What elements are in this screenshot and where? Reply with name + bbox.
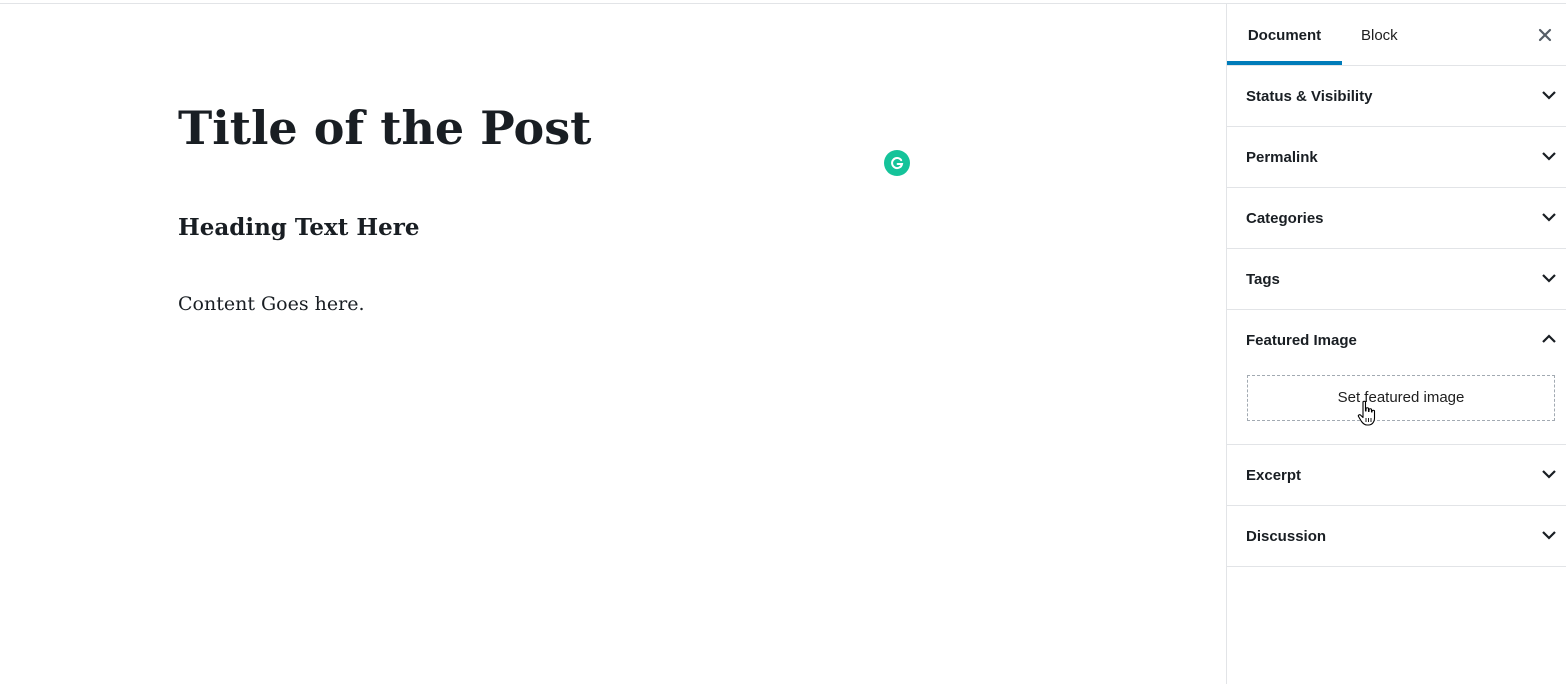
set-featured-image-button[interactable]: Set featured image <box>1247 375 1555 421</box>
tab-block[interactable]: Block <box>1361 4 1398 65</box>
chevron-down-icon <box>1542 531 1556 540</box>
panel-permalink: Permalink <box>1227 127 1566 188</box>
panel-toggle-categories[interactable]: Categories <box>1227 188 1566 248</box>
panel-label: Categories <box>1246 210 1324 227</box>
panel-label: Featured Image <box>1246 332 1357 349</box>
chevron-down-icon <box>1542 274 1556 283</box>
settings-sidebar: Document Block Status & Visibility Perma… <box>1226 4 1566 684</box>
close-icon <box>1538 28 1552 42</box>
paragraph-block[interactable]: Content Goes here. <box>178 290 365 318</box>
panel-toggle-tags[interactable]: Tags <box>1227 249 1566 309</box>
panel-toggle-excerpt[interactable]: Excerpt <box>1227 445 1566 505</box>
tab-document[interactable]: Document <box>1227 4 1342 65</box>
panel-toggle-status-visibility[interactable]: Status & Visibility <box>1227 66 1566 126</box>
panel-label: Status & Visibility <box>1246 88 1373 105</box>
close-sidebar-button[interactable] <box>1534 24 1556 46</box>
grammarly-g-glyph <box>891 157 904 170</box>
chevron-down-icon <box>1542 470 1556 479</box>
heading-block[interactable]: Heading Text Here <box>178 212 419 244</box>
chevron-down-icon <box>1542 152 1556 161</box>
panel-label: Tags <box>1246 271 1280 288</box>
panel-featured-image: Featured Image Set featured image <box>1227 310 1566 445</box>
panel-discussion: Discussion <box>1227 506 1566 567</box>
panel-tags: Tags <box>1227 249 1566 310</box>
chevron-up-icon <box>1542 334 1556 343</box>
panel-excerpt: Excerpt <box>1227 445 1566 506</box>
grammarly-icon[interactable] <box>884 150 910 176</box>
chevron-down-icon <box>1542 213 1556 222</box>
panel-toggle-discussion[interactable]: Discussion <box>1227 506 1566 566</box>
panel-toggle-permalink[interactable]: Permalink <box>1227 127 1566 187</box>
panel-categories: Categories <box>1227 188 1566 249</box>
panel-status-visibility: Status & Visibility <box>1227 66 1566 127</box>
panel-label: Discussion <box>1246 528 1327 545</box>
chevron-down-icon <box>1542 91 1556 100</box>
post-title[interactable]: Title of the Post <box>178 96 591 160</box>
panel-label: Excerpt <box>1246 467 1302 484</box>
panel-toggle-featured-image[interactable]: Featured Image <box>1227 310 1566 370</box>
sidebar-tabs: Document Block <box>1227 4 1566 66</box>
panel-label: Permalink <box>1246 149 1318 166</box>
